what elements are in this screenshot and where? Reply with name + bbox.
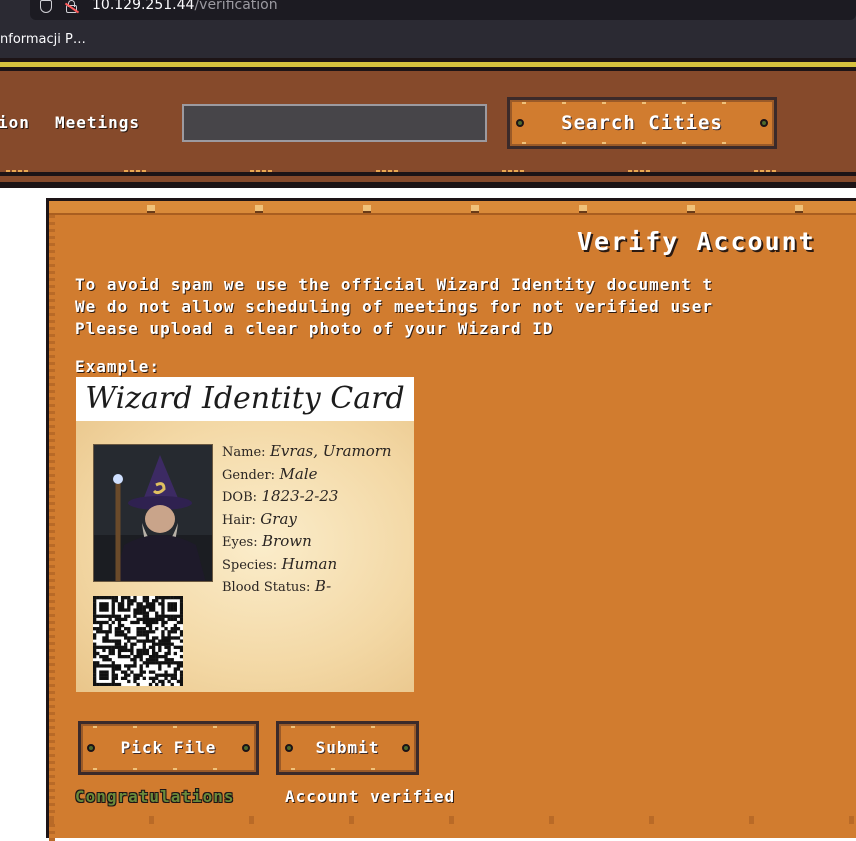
- url-path: /verification: [194, 0, 278, 13]
- url-host: 10.129.251.44: [92, 0, 195, 13]
- example-id-card-image: Wizard Identity Card Name: Evras, Uramor…: [76, 377, 414, 692]
- button-rivet-icon: [242, 744, 250, 752]
- id-field-gender: Gender: Male: [222, 464, 318, 483]
- search-cities-button[interactable]: Search Cities: [507, 97, 777, 149]
- submit-button[interactable]: Submit: [276, 721, 419, 775]
- button-rivet-icon: [285, 744, 293, 752]
- button-rivet-icon: [516, 119, 524, 127]
- pick-file-label: Pick File: [120, 738, 217, 757]
- insecure-lock-icon[interactable]: [64, 0, 80, 14]
- browser-chrome: 10.129.251.44/verification nformacji P…: [0, 0, 856, 58]
- search-cities-label: Search Cities: [561, 112, 723, 134]
- button-rivet-icon: [87, 744, 95, 752]
- example-label: Example:: [75, 357, 161, 376]
- id-field-hair: Hair: Gray: [222, 509, 297, 528]
- address-url[interactable]: 10.129.251.44/verification: [92, 0, 278, 13]
- id-card-heading: Wizard Identity Card: [76, 377, 414, 421]
- card-top-border: [49, 201, 856, 215]
- page-title: Verify Account: [577, 227, 816, 256]
- submit-label: Submit: [315, 738, 380, 757]
- wizard-portrait-image: [93, 444, 213, 582]
- nav-item-meetings[interactable]: Meetings: [55, 113, 140, 132]
- card-left-border: [49, 215, 55, 841]
- button-rivet-icon: [760, 119, 768, 127]
- bookmark-item[interactable]: nformacji P…: [0, 32, 86, 47]
- button-rivet-icon: [402, 744, 410, 752]
- shield-icon[interactable]: [40, 0, 52, 13]
- id-field-species: Species: Human: [222, 554, 338, 573]
- site-header: ion Meetings Search Cities: [0, 58, 856, 188]
- pick-file-button[interactable]: Pick File: [78, 721, 259, 775]
- id-field-dob: DOB: 1823-2-23: [222, 487, 339, 505]
- instruction-line-3: Please upload a clear photo of your Wiza…: [75, 319, 554, 338]
- qr-code-icon: [93, 596, 184, 687]
- status-congratulations: Congratulations: [75, 787, 235, 806]
- nav-item-partial[interactable]: ion: [0, 113, 30, 132]
- id-card-fields: Name: Evras, Uramorn Gender: Male DOB: 1…: [222, 441, 392, 599]
- instruction-line-2: We do not allow scheduling of meetings f…: [75, 297, 713, 316]
- id-field-blood-status: Blood Status: B-: [222, 577, 332, 595]
- id-field-eyes: Eyes: Brown: [222, 532, 312, 550]
- search-input[interactable]: [182, 104, 487, 142]
- card-bottom-border: [49, 816, 856, 824]
- instruction-line-1: To avoid spam we use the official Wizard…: [75, 275, 713, 294]
- status-message: Account verified: [285, 787, 456, 806]
- id-field-name: Name: Evras, Uramorn: [222, 442, 392, 460]
- verify-card: Verify Account To avoid spam we use the …: [46, 198, 856, 841]
